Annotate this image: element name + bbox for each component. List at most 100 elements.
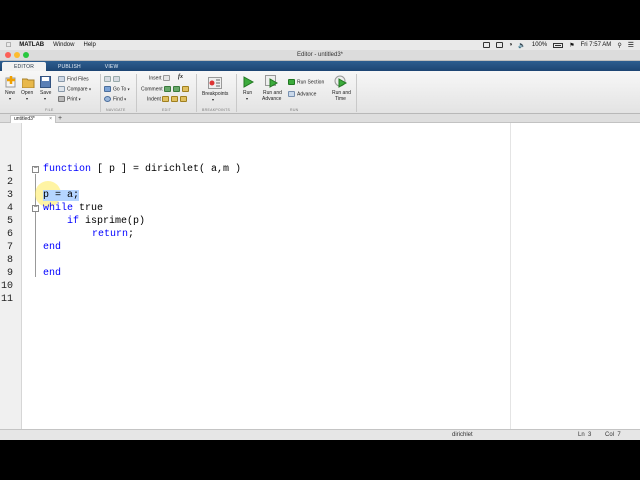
arrow-back-icon bbox=[104, 76, 111, 82]
file-tab-label: untitled3* bbox=[14, 116, 35, 122]
screen:  MATLAB Window Help ◑ 🔈 100% ⚑ Fri 7:57… bbox=[0, 40, 640, 440]
chevron-down-icon: ▾ bbox=[212, 97, 215, 102]
code-text: [ p ] = dirichlet( a,m ) bbox=[91, 164, 242, 175]
magnifier-icon bbox=[104, 96, 111, 102]
line-number: 2 bbox=[6, 177, 13, 188]
ln-label: Ln bbox=[578, 432, 585, 438]
code-line-4[interactable]: while true bbox=[43, 203, 103, 214]
fold-toggle-function[interactable]: − bbox=[32, 165, 39, 173]
section-divider bbox=[196, 74, 197, 112]
code-folding-column: − − bbox=[26, 123, 39, 429]
window-title-bar: Editor - untitled3* bbox=[0, 50, 640, 61]
menu-help[interactable]: Help bbox=[83, 42, 95, 48]
advance-icon bbox=[288, 91, 295, 97]
clock[interactable]: Fri 7:57 AM bbox=[581, 42, 612, 48]
breakpoints-label: Breakpoints bbox=[202, 91, 229, 97]
navigate-arrows[interactable] bbox=[104, 76, 122, 82]
right-text-margin-line bbox=[510, 123, 511, 429]
tab-editor[interactable]: EDITOR bbox=[2, 62, 46, 71]
chevron-down-icon: ▾ bbox=[124, 96, 127, 102]
compare-button[interactable]: Compare ▾ bbox=[58, 86, 91, 92]
compare-icon bbox=[58, 86, 65, 92]
wifi-icon[interactable]: ◑ bbox=[509, 42, 513, 48]
run-section-label: Run Section bbox=[297, 79, 325, 86]
sync-icon[interactable] bbox=[482, 42, 490, 48]
status-bar: dirichlet Ln 3 Col 7 bbox=[0, 429, 640, 440]
line-indicator: Ln 3 bbox=[578, 432, 591, 438]
menu-matlab[interactable]: MATLAB bbox=[19, 42, 44, 48]
line-number: 10 bbox=[0, 281, 13, 292]
chevron-down-icon: ▾ bbox=[26, 96, 29, 101]
code-editor[interactable]: 1 2 3 4 5 6 7 8 9 10 11 − − function [ p… bbox=[0, 123, 640, 429]
run-and-time-label-2: Time bbox=[335, 96, 346, 102]
flag-icon[interactable]: ⚑ bbox=[569, 42, 574, 49]
menu-bar:  MATLAB Window Help ◑ 🔈 100% ⚑ Fri 7:57… bbox=[0, 40, 640, 50]
close-tab-icon[interactable]: × bbox=[49, 116, 52, 123]
selected-text: p = a; bbox=[43, 190, 80, 201]
advance-label: Advance bbox=[297, 91, 317, 98]
fold-toggle-while[interactable]: − bbox=[32, 204, 39, 212]
code-text: ; bbox=[128, 229, 135, 240]
print-button[interactable]: Print ▾ bbox=[58, 96, 81, 102]
volume-icon[interactable]: 🔈 bbox=[518, 42, 525, 49]
chevron-down-icon: ▾ bbox=[9, 96, 12, 101]
line-number: 11 bbox=[0, 294, 13, 305]
run-play-icon bbox=[243, 76, 254, 88]
apple-icon[interactable]:  bbox=[6, 42, 11, 49]
line-number: 9 bbox=[6, 268, 13, 279]
code-line-6[interactable]: return; bbox=[92, 229, 134, 240]
keyword-return: return bbox=[92, 229, 129, 240]
section-label-file: FILE bbox=[45, 108, 54, 112]
go-to-button[interactable]: Go To ▾ bbox=[104, 86, 130, 92]
find-files-label: Find Files bbox=[67, 76, 89, 83]
menu-window[interactable]: Window bbox=[53, 42, 74, 48]
find-button[interactable]: Find ▾ bbox=[104, 96, 126, 102]
indent-button[interactable]: Indent bbox=[147, 96, 189, 102]
spotlight-icon[interactable]: ⚲ bbox=[617, 42, 621, 49]
code-line-5[interactable]: if isprime(p) bbox=[67, 216, 145, 227]
section-divider bbox=[236, 74, 237, 112]
run-section-button[interactable]: Run Section bbox=[288, 79, 324, 85]
code-line-3[interactable]: p = a; bbox=[43, 190, 80, 201]
notification-center-icon[interactable]: ☰ bbox=[628, 41, 634, 49]
chevron-down-icon: ▾ bbox=[246, 96, 249, 101]
tab-view[interactable]: VIEW bbox=[93, 62, 131, 71]
insert-icon bbox=[162, 75, 170, 81]
code-line-1[interactable]: function [ p ] = dirichlet( a,m ) bbox=[43, 164, 241, 175]
find-files-button[interactable]: Find Files bbox=[58, 76, 89, 82]
wrap-comment-icon bbox=[182, 86, 190, 92]
comment-label: Comment bbox=[141, 86, 163, 93]
indent-label: Indent bbox=[147, 96, 161, 103]
line-number: 8 bbox=[6, 255, 13, 266]
print-label: Print bbox=[67, 96, 78, 103]
comment-button[interactable]: Comment bbox=[141, 86, 191, 92]
battery-icon[interactable] bbox=[553, 42, 564, 48]
airplay-icon[interactable] bbox=[495, 42, 503, 48]
code-line-9[interactable]: end bbox=[43, 268, 61, 279]
find-label: Find bbox=[113, 96, 123, 103]
toolstrip-tabs: EDITOR PUBLISH VIEW bbox=[0, 61, 640, 71]
line-number: 5 bbox=[6, 216, 13, 227]
add-tab-button[interactable]: + bbox=[58, 115, 62, 122]
indent-icon bbox=[171, 96, 179, 102]
section-divider bbox=[100, 74, 101, 112]
code-line-7[interactable]: end bbox=[43, 242, 61, 253]
outdent-icon bbox=[180, 96, 188, 102]
insert-function-button[interactable]: fx bbox=[178, 74, 183, 80]
window-title: Editor - untitled3* bbox=[296, 52, 344, 58]
printer-icon bbox=[58, 96, 65, 102]
run-and-advance-label-2: Advance bbox=[262, 96, 282, 102]
advance-button[interactable]: Advance bbox=[288, 91, 316, 97]
keyword-function: function bbox=[43, 164, 92, 175]
toolstrip-ribbon: New ▾ Open ▾ Save ▾ Find Files Compare ▾… bbox=[0, 71, 640, 114]
status-menus: ◑ 🔈 100% ⚑ Fri 7:57 AM ⚲ ☰ bbox=[482, 41, 634, 49]
tab-publish[interactable]: PUBLISH bbox=[46, 62, 93, 71]
ln-value: 3 bbox=[588, 432, 592, 438]
chevron-down-icon: ▾ bbox=[78, 96, 81, 102]
insert-button[interactable]: Insert bbox=[149, 75, 172, 81]
uncomment-icon bbox=[173, 86, 181, 92]
compare-label: Compare bbox=[67, 86, 88, 93]
folder-open-icon bbox=[22, 78, 35, 88]
file-tab-untitled3[interactable]: untitled3* × bbox=[10, 115, 56, 123]
line-number: 3 bbox=[6, 190, 13, 201]
